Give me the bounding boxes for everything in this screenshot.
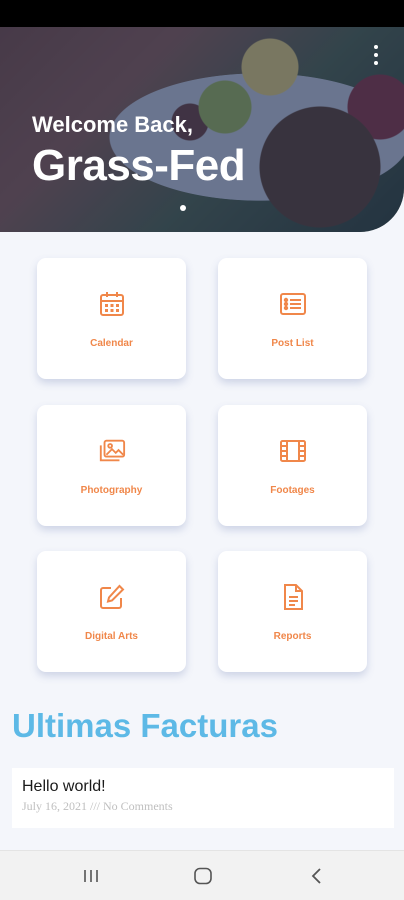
menu-card-label: Reports: [273, 631, 312, 642]
film-icon: [279, 440, 306, 462]
menu-card-footages[interactable]: Footages: [218, 405, 367, 526]
menu-card-label: Post List: [271, 338, 314, 349]
menu-card-reports[interactable]: Reports: [218, 551, 367, 672]
user-name: Grass-Fed: [32, 141, 246, 190]
back-icon[interactable]: [305, 865, 329, 887]
section-title: Ultimas Facturas: [12, 707, 278, 744]
menu-card-label: Digital Arts: [85, 631, 138, 642]
hero-banner: Welcome Back, Grass-Fed: [0, 27, 404, 232]
carousel-indicator: [180, 205, 186, 211]
calendar-icon: [99, 292, 124, 316]
document-icon: [283, 584, 303, 610]
edit-icon: [99, 584, 124, 609]
post-title[interactable]: Hello world!: [22, 778, 384, 796]
menu-card-label: Calendar: [90, 338, 133, 349]
images-icon: [99, 439, 125, 462]
post-item[interactable]: Hello world! July 16, 2021 /// No Commen…: [12, 768, 394, 828]
welcome-text: Welcome Back,: [32, 112, 194, 137]
menu-card-photography[interactable]: Photography: [37, 405, 186, 526]
home-icon[interactable]: [191, 865, 215, 887]
list-icon: [279, 293, 306, 315]
more-vertical-icon[interactable]: [368, 43, 384, 67]
menu-card-label: Photography: [80, 485, 143, 496]
menu-card-calendar[interactable]: Calendar: [37, 258, 186, 379]
menu-card-label: Footages: [270, 485, 315, 496]
recent-apps-icon[interactable]: [79, 865, 103, 887]
menu-card-digital-arts[interactable]: Digital Arts: [37, 551, 186, 672]
post-meta: July 16, 2021 /// No Comments: [22, 799, 173, 813]
system-nav-bar: [0, 850, 404, 900]
menu-card-post-list[interactable]: Post List: [218, 258, 367, 379]
status-bar: [0, 0, 404, 27]
